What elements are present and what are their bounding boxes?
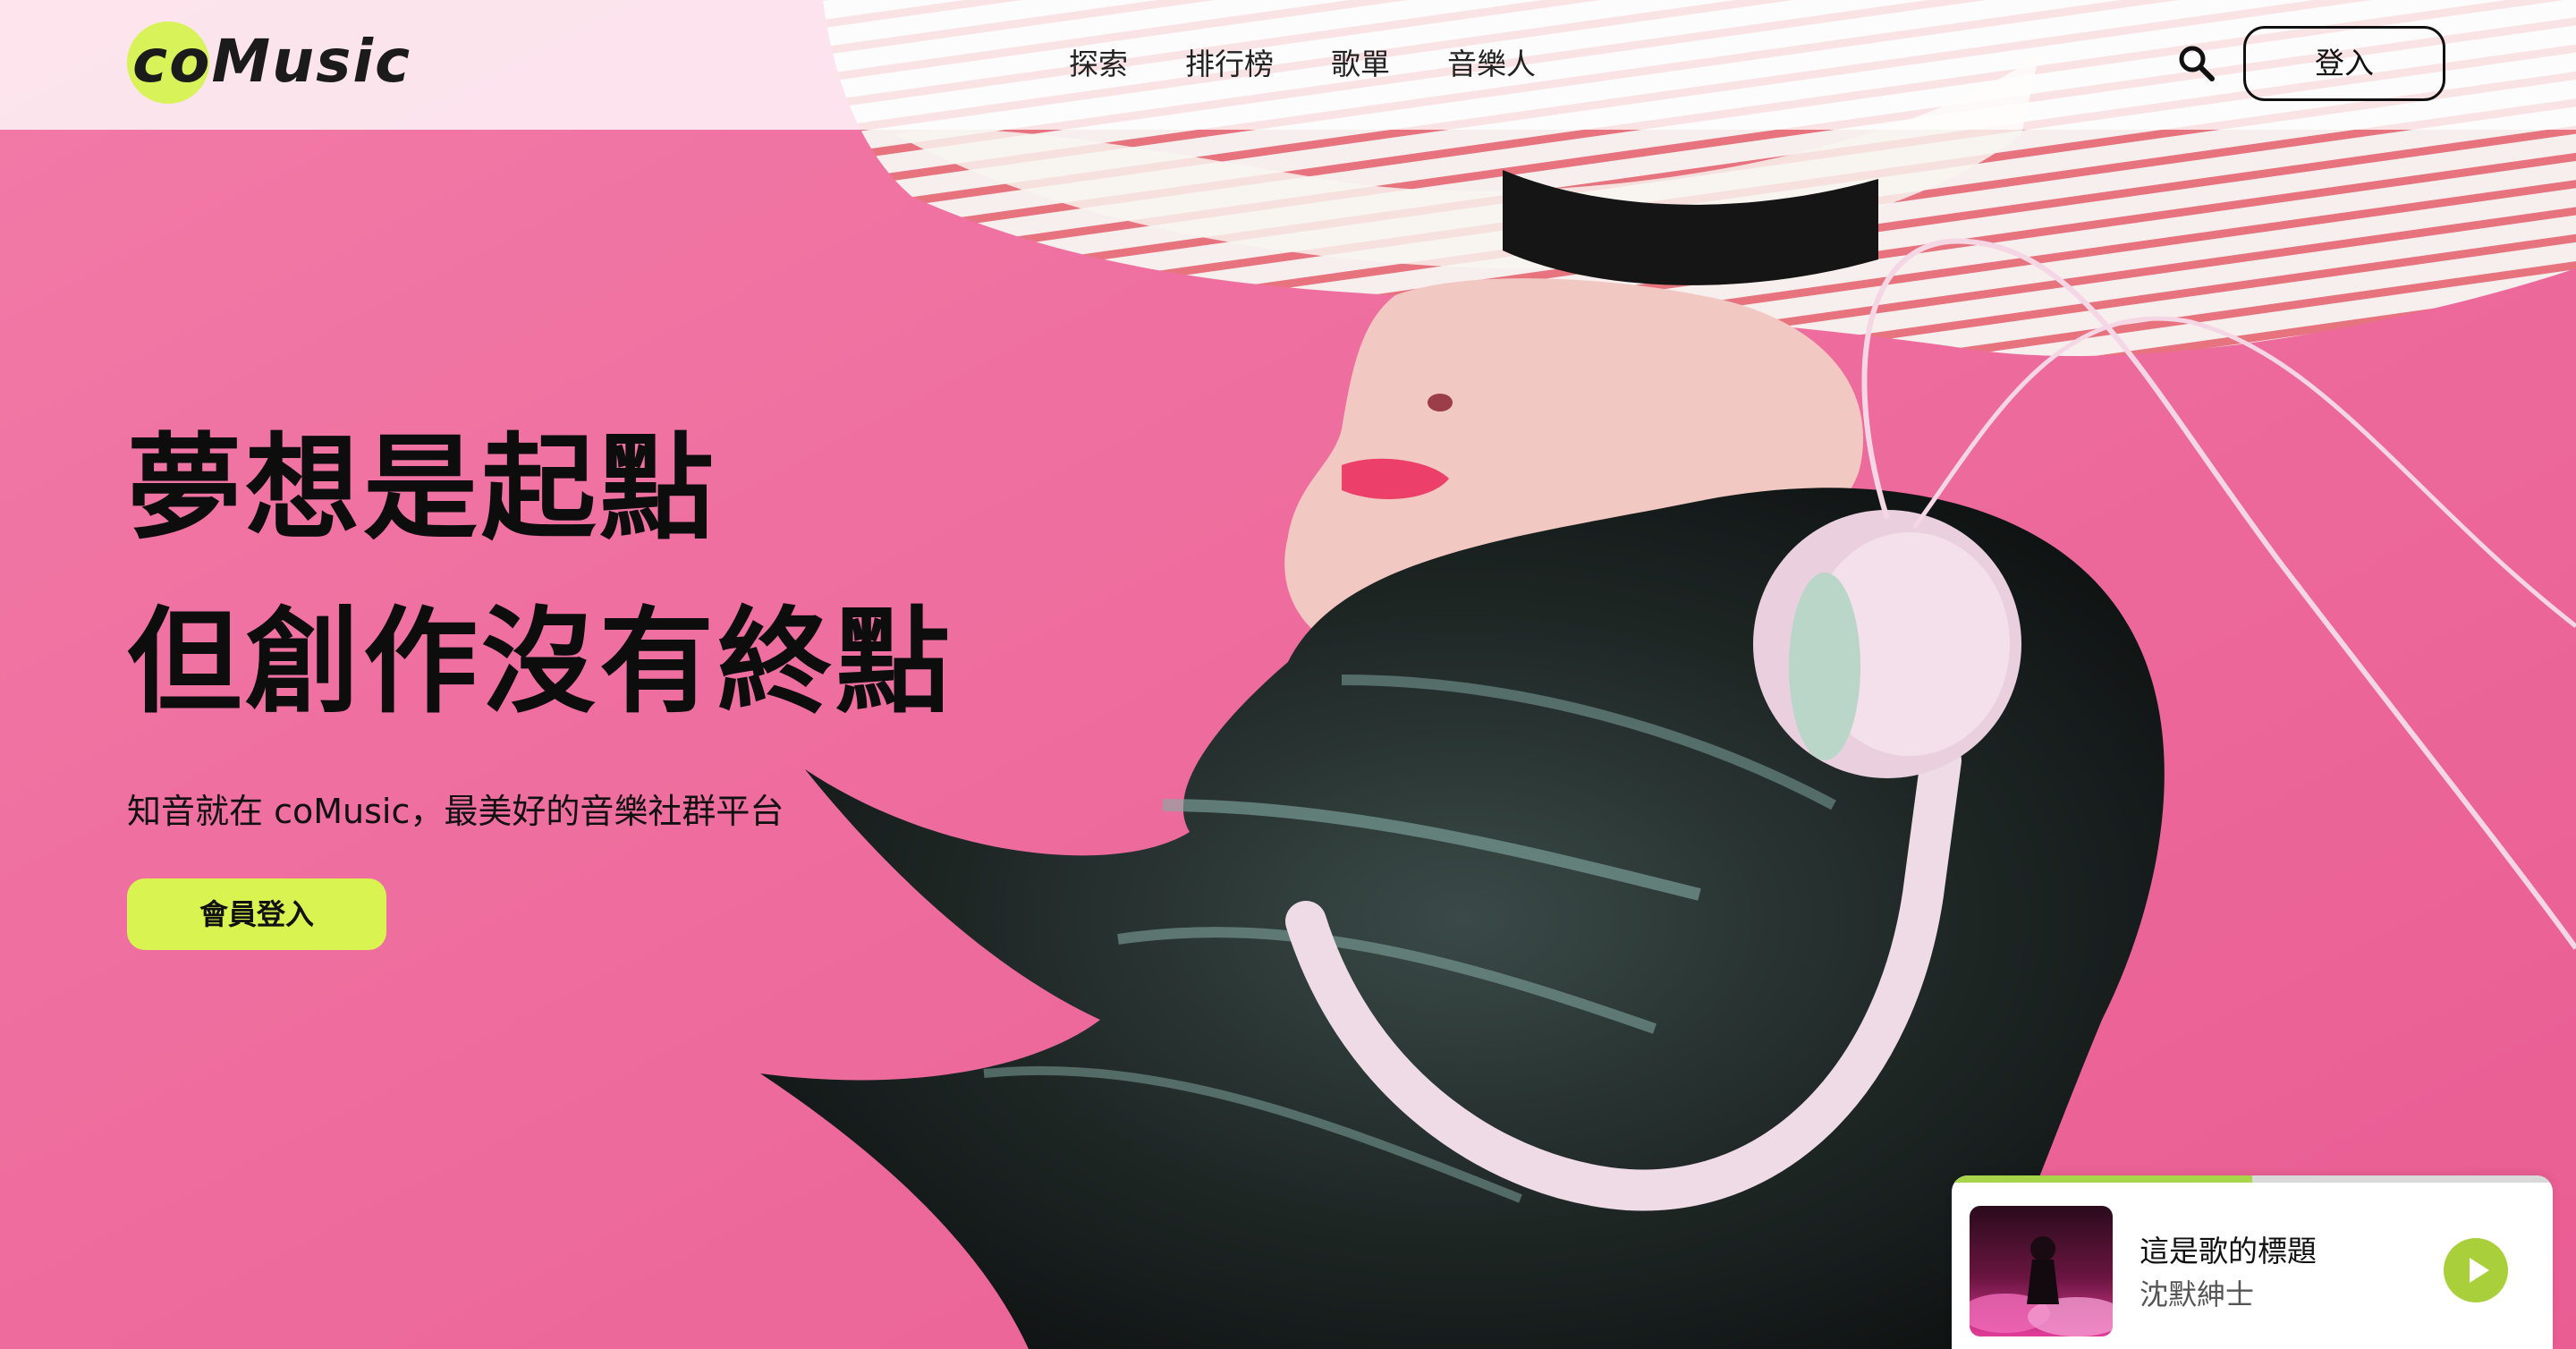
play-button[interactable] [2444, 1238, 2508, 1302]
nav-item-playlists[interactable]: 歌單 [1331, 39, 1390, 89]
hero-headline: 夢想是起點 但創作沒有終點 [127, 403, 1004, 750]
member-login-button[interactable]: 會員登入 [127, 878, 386, 950]
top-navbar: coMusic 探索 排行榜 歌單 音樂人 登入 [0, 0, 2576, 130]
main-nav: 探索 排行榜 歌單 音樂人 [1069, 39, 1593, 89]
search-icon[interactable] [2176, 43, 2217, 84]
progress-bar[interactable] [1952, 1175, 2553, 1183]
nav-item-artists[interactable]: 音樂人 [1447, 39, 1536, 89]
login-button[interactable]: 登入 [2243, 26, 2445, 101]
headline-line-1: 夢想是起點 [127, 422, 718, 556]
play-icon [2470, 1258, 2489, 1283]
hero-subtitle: 知音就在 coMusic，最美好的音樂社群平台 [127, 792, 784, 831]
nav-item-explore[interactable]: 探索 [1069, 39, 1128, 89]
logo[interactable]: coMusic [127, 20, 422, 106]
headline-line-2: 但創作沒有終點 [127, 596, 954, 729]
nav-item-charts[interactable]: 排行榜 [1185, 39, 1274, 89]
mini-player: 這是歌的標題 沈默紳士 [1952, 1175, 2553, 1349]
logo-text: coMusic [132, 27, 412, 96]
song-artist[interactable]: 沈默紳士 [2140, 1272, 2254, 1313]
album-cover[interactable] [1970, 1206, 2113, 1336]
progress-fill [1952, 1175, 2252, 1183]
song-title[interactable]: 這是歌的標題 [2140, 1227, 2317, 1270]
